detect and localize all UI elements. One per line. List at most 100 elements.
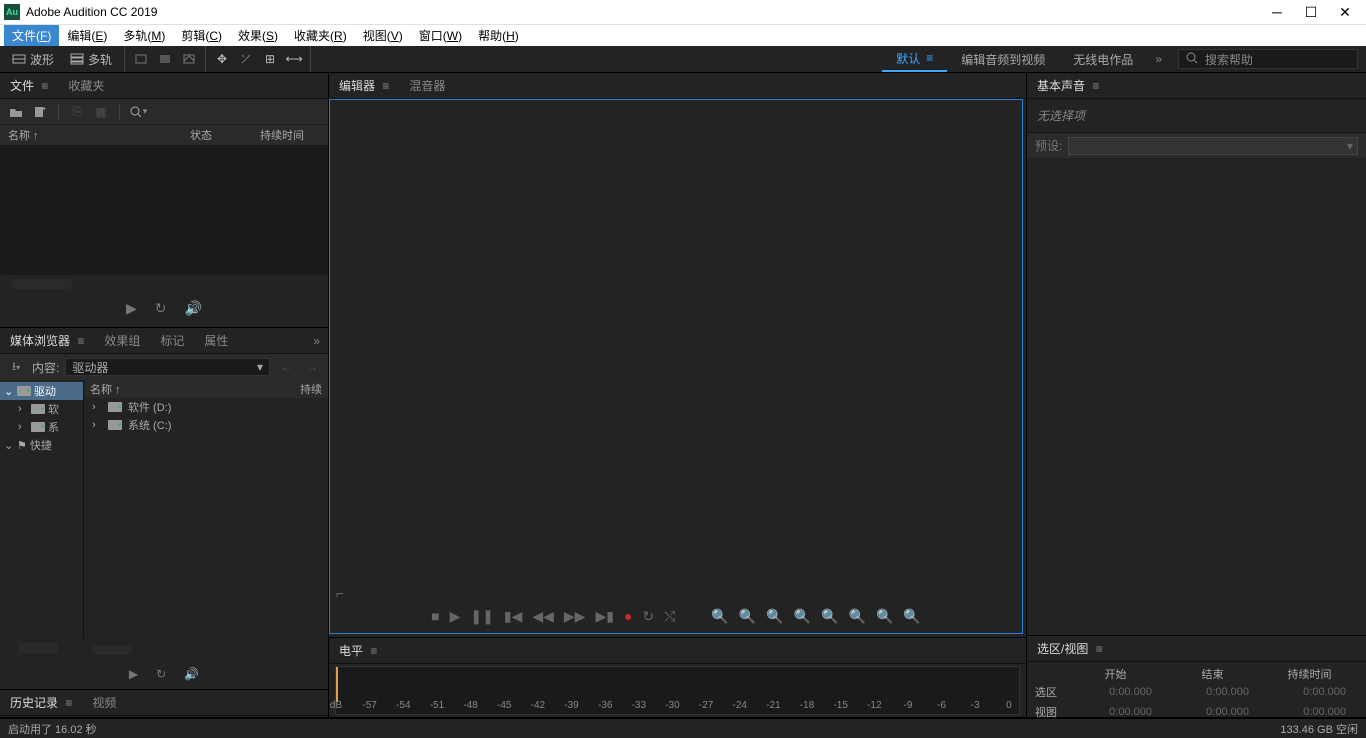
- tree-item[interactable]: ⌄⚑快捷: [0, 436, 83, 454]
- minimize-button[interactable]: ─: [1270, 5, 1284, 19]
- expand-icon[interactable]: ⌄: [4, 439, 14, 452]
- spectral-pitch-button[interactable]: [177, 50, 201, 68]
- panel-menu-icon[interactable]: ≡: [41, 79, 48, 93]
- drive-dropdown[interactable]: 驱动器 ▾: [65, 358, 270, 376]
- play-preview-button[interactable]: ▶: [129, 667, 138, 681]
- panel-menu-icon[interactable]: ≡: [65, 696, 72, 710]
- expand-icon[interactable]: ›: [92, 419, 102, 431]
- record-button[interactable]: ●: [624, 608, 632, 625]
- tab-levels[interactable]: 电平 ≡: [329, 638, 387, 663]
- loop-preview-button[interactable]: ↻: [155, 300, 167, 317]
- list-header[interactable]: 名称 ↑ 持续: [84, 380, 328, 398]
- col-name[interactable]: 名称 ↑: [90, 381, 300, 397]
- play-button[interactable]: ▶: [450, 608, 461, 625]
- val-duration[interactable]: 0:00.000: [1261, 706, 1358, 718]
- menu-r[interactable]: 收藏夹(R): [286, 25, 355, 46]
- col-duration[interactable]: 持续时间: [260, 127, 320, 143]
- search-help-input[interactable]: 搜索帮助: [1178, 49, 1358, 69]
- panel-tab[interactable]: 混音器: [399, 73, 455, 98]
- menu-c[interactable]: 剪辑(C): [173, 25, 230, 46]
- spectral-freq-button[interactable]: [153, 50, 177, 68]
- autoplay-preview-button[interactable]: 🔊: [184, 667, 199, 681]
- tree-item[interactable]: ›软: [0, 400, 83, 418]
- scrollbar[interactable]: [12, 279, 72, 289]
- col-name[interactable]: 名称 ↑: [8, 127, 190, 143]
- skip-selection-button[interactable]: ⤭: [664, 608, 675, 625]
- menu-v[interactable]: 视图(V): [355, 25, 411, 46]
- col-duration[interactable]: 持续: [300, 381, 322, 397]
- zoom-in-amp-button[interactable]: 🔍: [711, 608, 728, 625]
- workspace-tab[interactable]: 无线电作品: [1059, 46, 1147, 72]
- expand-icon[interactable]: ⌄: [4, 385, 14, 398]
- rewind-button[interactable]: ◀◀: [532, 608, 554, 625]
- panel-tab[interactable]: 媒体浏览器 ≡: [0, 328, 94, 353]
- zoom-reset-button[interactable]: 🔍: [876, 608, 893, 625]
- forward-button[interactable]: →: [302, 357, 322, 377]
- expand-icon[interactable]: ›: [18, 403, 28, 415]
- panel-tab[interactable]: 编辑器 ≡: [329, 73, 399, 98]
- tab-selection-view[interactable]: 选区/视图 ≡: [1027, 636, 1113, 661]
- val-start[interactable]: 0:00.000: [1067, 686, 1164, 698]
- time-sel-tool[interactable]: ⟷: [282, 50, 306, 68]
- close-file-button[interactable]: ▦: [91, 102, 111, 122]
- menu-s[interactable]: 效果(S): [230, 25, 286, 46]
- val-duration[interactable]: 0:00.000: [1261, 686, 1358, 698]
- menu-h[interactable]: 帮助(H): [470, 25, 527, 46]
- scrollbar[interactable]: [92, 645, 132, 655]
- col-status[interactable]: 状态: [190, 127, 260, 143]
- import-button[interactable]: ⭳▾: [6, 357, 26, 377]
- fast-forward-button[interactable]: ▶▶: [564, 608, 586, 625]
- play-preview-button[interactable]: ▶: [126, 300, 137, 317]
- loop-preview-button[interactable]: ↻: [156, 667, 166, 681]
- zoom-full-button[interactable]: 🔍: [766, 608, 783, 625]
- open-file-button[interactable]: [6, 102, 26, 122]
- menu-f[interactable]: 文件(F): [4, 25, 59, 46]
- move-tool[interactable]: ✥: [210, 50, 234, 68]
- autoplay-preview-button[interactable]: 🔊: [185, 300, 202, 317]
- pause-button[interactable]: ❚❚: [470, 608, 493, 625]
- panel-menu-icon[interactable]: ≡: [382, 79, 389, 93]
- workspace-tab[interactable]: 编辑音频到视频: [947, 46, 1059, 72]
- insert-button[interactable]: ⎘: [67, 102, 87, 122]
- workspace-more-button[interactable]: »: [1147, 52, 1170, 66]
- val-end[interactable]: 0:00.000: [1164, 706, 1261, 718]
- val-end[interactable]: 0:00.000: [1164, 686, 1261, 698]
- razor-tool[interactable]: [234, 50, 258, 68]
- panel-tab[interactable]: 属性: [194, 328, 238, 353]
- list-item[interactable]: ›系统 (C:): [84, 416, 328, 434]
- tab-essential-sound[interactable]: 基本声音 ≡: [1027, 73, 1109, 98]
- panel-menu-icon[interactable]: ≡: [77, 334, 84, 348]
- workspace-tab[interactable]: 默认 ≡: [882, 46, 947, 72]
- loop-button[interactable]: ↻: [642, 608, 654, 625]
- zoom-in-time-button[interactable]: 🔍: [821, 608, 838, 625]
- panel-menu-icon[interactable]: ≡: [1092, 79, 1099, 93]
- panel-more-button[interactable]: »: [305, 334, 328, 348]
- panel-menu-icon[interactable]: ≡: [1096, 642, 1103, 656]
- editor-viewport[interactable]: ⌐ ■ ▶ ❚❚ ▮◀ ◀◀ ▶▶ ▶▮ ● ↻ ⤭: [329, 99, 1023, 634]
- tree-item[interactable]: ⌄驱动: [0, 382, 83, 400]
- waveform-view-button[interactable]: 波形: [4, 49, 62, 70]
- menu-e[interactable]: 编辑(E): [59, 25, 115, 46]
- slip-tool[interactable]: ⊞: [258, 50, 282, 68]
- close-button[interactable]: ✕: [1338, 5, 1352, 19]
- scrollbar[interactable]: [18, 643, 58, 653]
- hud-button[interactable]: [129, 50, 153, 68]
- filter-button[interactable]: ▾: [128, 102, 148, 122]
- back-button[interactable]: ←: [276, 357, 296, 377]
- panel-menu-icon[interactable]: ≡: [370, 644, 377, 658]
- panel-tab[interactable]: 标记: [150, 328, 194, 353]
- files-column-header[interactable]: 名称 ↑ 状态 持续时间: [0, 125, 328, 145]
- workspace-menu-icon[interactable]: ≡: [926, 51, 933, 65]
- skip-forward-button[interactable]: ▶▮: [595, 608, 613, 625]
- stop-button[interactable]: ■: [431, 608, 439, 625]
- panel-tab[interactable]: 历史记录 ≡: [0, 690, 82, 715]
- skip-back-button[interactable]: ▮◀: [504, 608, 522, 625]
- list-item[interactable]: ›软件 (D:): [84, 398, 328, 416]
- expand-icon[interactable]: ›: [18, 421, 28, 433]
- panel-tab[interactable]: 效果组: [94, 328, 150, 353]
- zoom-out-time-button[interactable]: 🔍: [849, 608, 866, 625]
- new-file-button[interactable]: +: [30, 102, 50, 122]
- zoom-custom-button[interactable]: 🔍: [903, 608, 920, 625]
- panel-tab[interactable]: 文件 ≡: [0, 73, 58, 98]
- menu-w[interactable]: 窗口(W): [411, 25, 470, 46]
